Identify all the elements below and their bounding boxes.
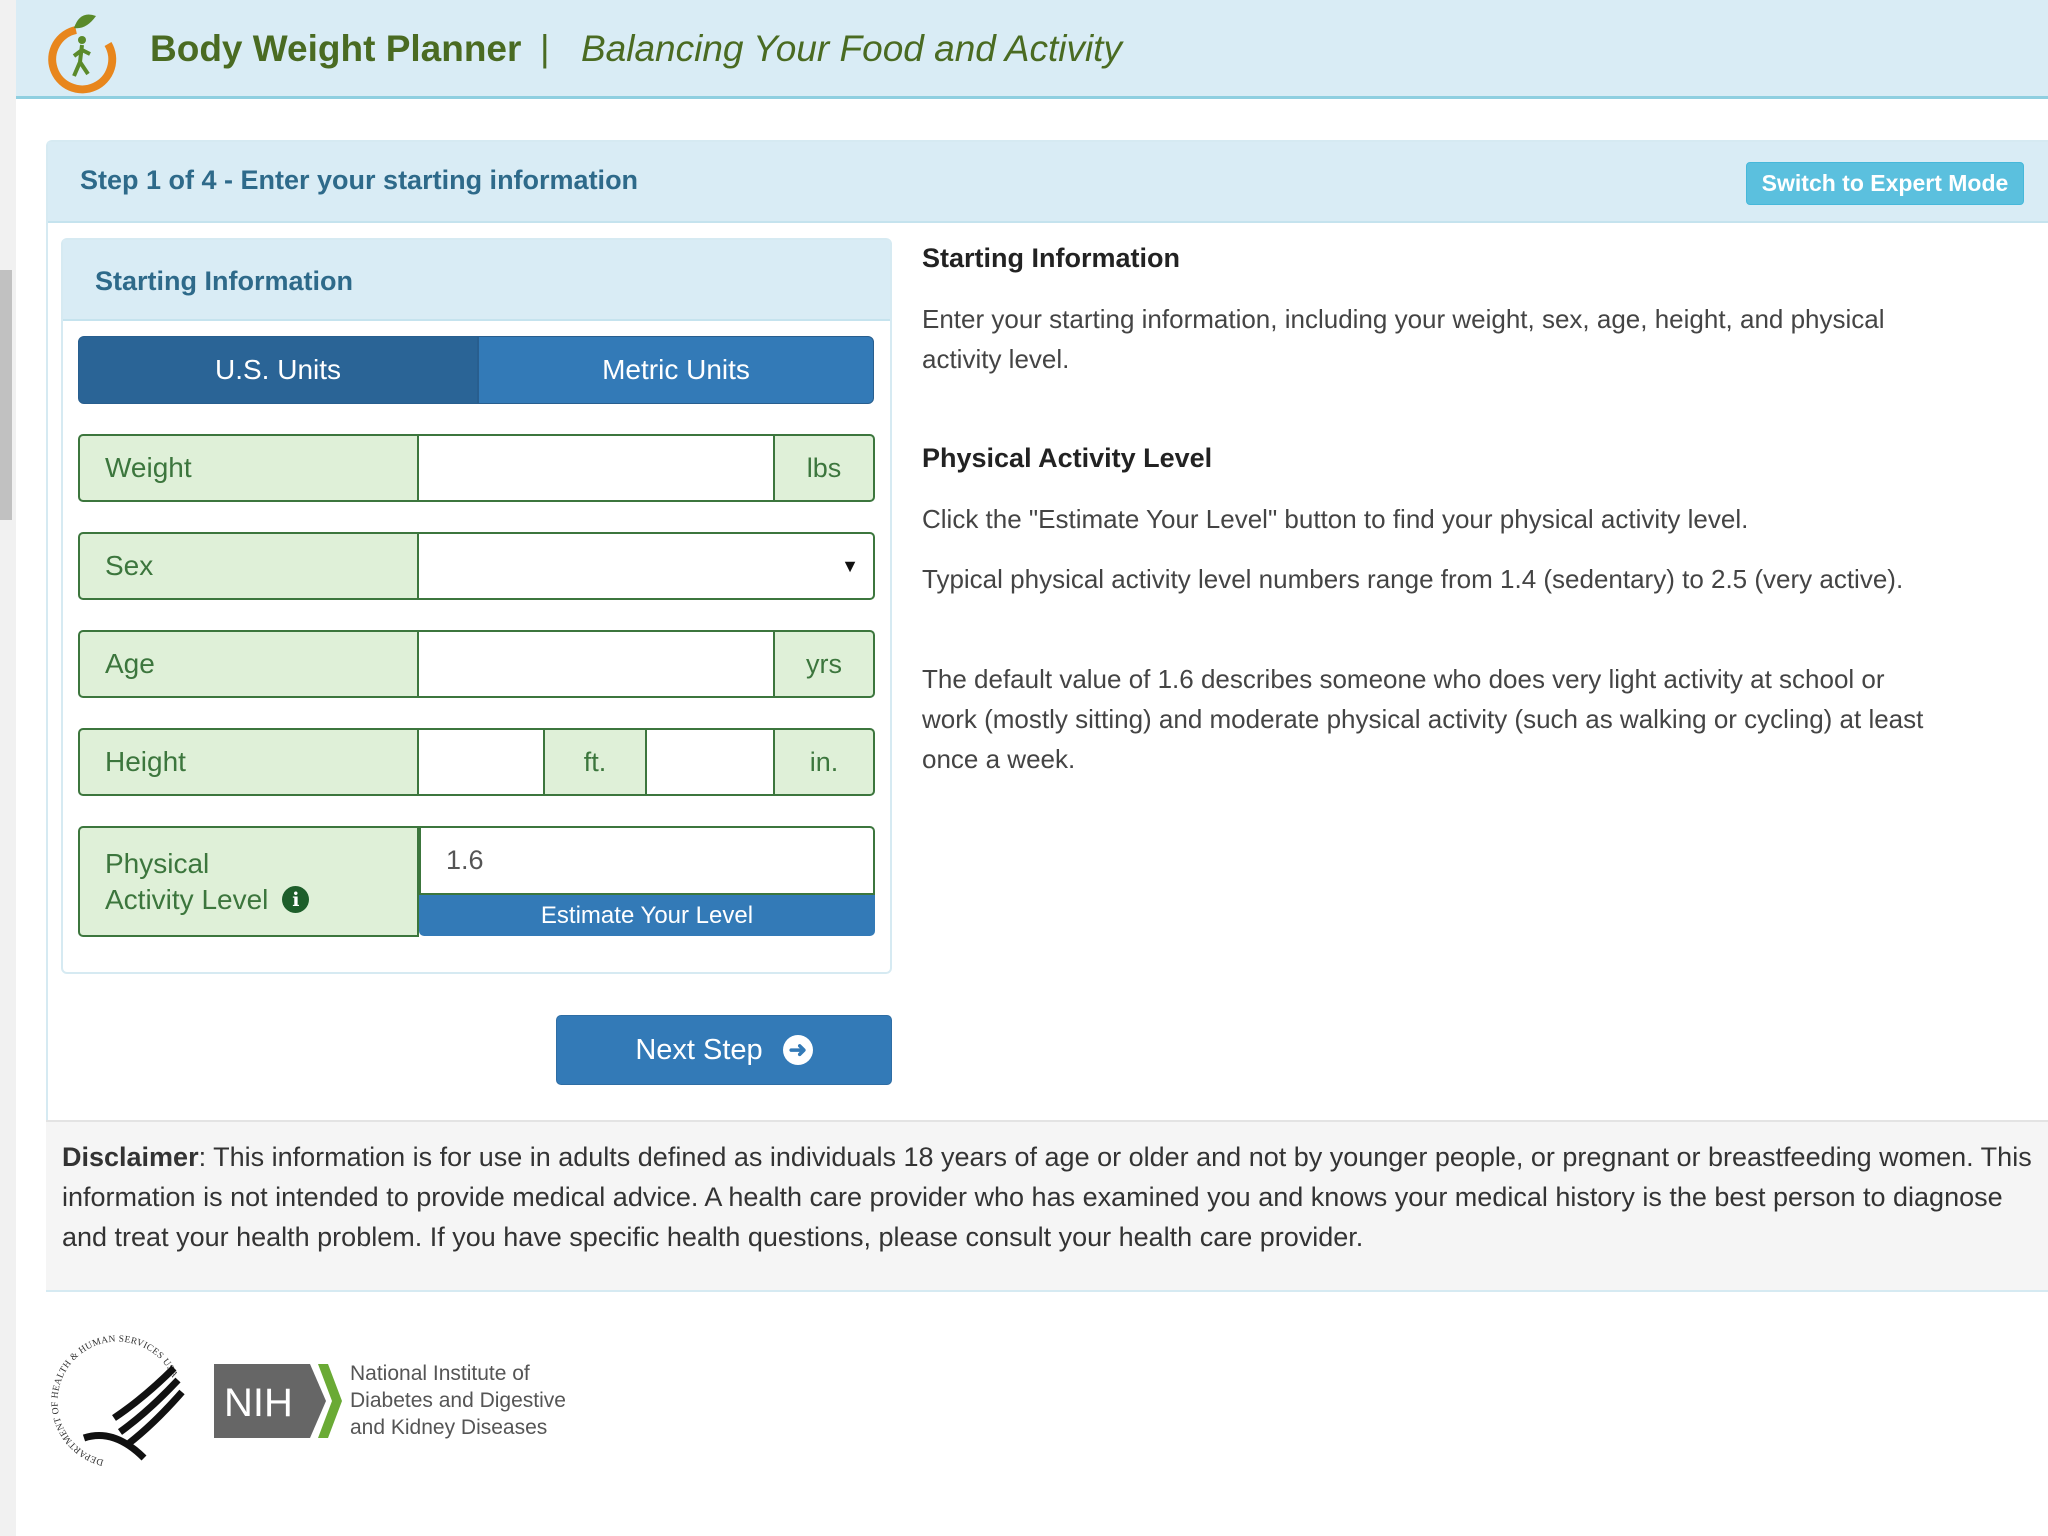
help-para-click: Click the "Estimate Your Level" button t… [922,504,1749,534]
pal-input[interactable]: 1.6 [419,826,875,895]
niddk-name: National Institute of Diabetes and Diges… [350,1360,566,1441]
help-heading-pal: Physical Activity Level [922,443,1213,473]
height-feet-input[interactable] [419,728,545,796]
card-title: Starting Information [95,266,353,296]
info-icon[interactable]: i [282,886,310,913]
metric-units-toggle[interactable]: Metric Units [478,336,874,404]
help-para-default: The default value of 1.6 describes someo… [922,664,1924,774]
niddk-line2: Diabetes and Digestive [350,1389,566,1412]
hhs-seal-logo: DEPARTMENT OF HEALTH & HUMAN SERVICES US… [50,1334,185,1467]
next-step-label: Next Step [635,1033,763,1066]
inches-unit: in. [775,728,875,796]
nih-logo-text: NIH [224,1381,293,1425]
arrow-circle-right-icon: ➜ [782,1035,813,1065]
sex-select[interactable]: ▼ [419,532,875,600]
feet-unit: ft. [545,728,647,796]
niddk-line1: National Institute of [350,1362,530,1385]
age-input[interactable] [419,630,775,698]
title-separator: | [540,28,550,69]
pal-label-line2-wrap: Activity Level i [105,882,310,918]
pal-label-line1: Physical [105,847,210,879]
nih-logo: NIH [214,1364,342,1438]
body-weight-planner-logo-icon [48,14,117,94]
app-title: Body Weight Planner [150,28,522,69]
help-para-range: Typical physical activity level numbers … [922,564,1904,594]
age-unit: yrs [775,630,875,698]
us-units-toggle[interactable]: U.S. Units [78,336,478,404]
weight-label: Weight [78,434,419,502]
help-heading-starting: Starting Information [922,243,1180,273]
pal-label: Physical Activity Level i [78,826,419,937]
sex-label: Sex [78,532,419,600]
pal-label-line2: Activity Level [105,883,269,915]
switch-expert-mode-button[interactable]: Switch to Expert Mode [1746,162,2024,205]
disclaimer-label: Disclaimer [62,1142,199,1172]
disclaimer-body: : This information is for use in adults … [62,1142,2032,1252]
scrollbar-thumb[interactable] [0,270,12,520]
age-label: Age [78,630,419,698]
height-inches-input[interactable] [647,728,775,796]
app-tagline: Balancing Your Food and Activity [581,28,1122,69]
disclaimer-text: Disclaimer: This information is for use … [62,1137,2047,1257]
next-step-button[interactable]: Next Step ➜ [556,1015,892,1085]
estimate-level-button[interactable]: Estimate Your Level [419,895,875,936]
help-para-starting: Enter your starting information, includi… [922,304,1885,374]
step-title: Step 1 of 4 - Enter your starting inform… [80,165,639,195]
weight-input[interactable] [419,434,775,502]
weight-unit: lbs [775,434,875,502]
height-label: Height [78,728,419,796]
niddk-line3: and Kidney Diseases [350,1416,548,1439]
dropdown-arrow-icon: ▼ [841,555,859,576]
left-edge [0,0,16,1536]
